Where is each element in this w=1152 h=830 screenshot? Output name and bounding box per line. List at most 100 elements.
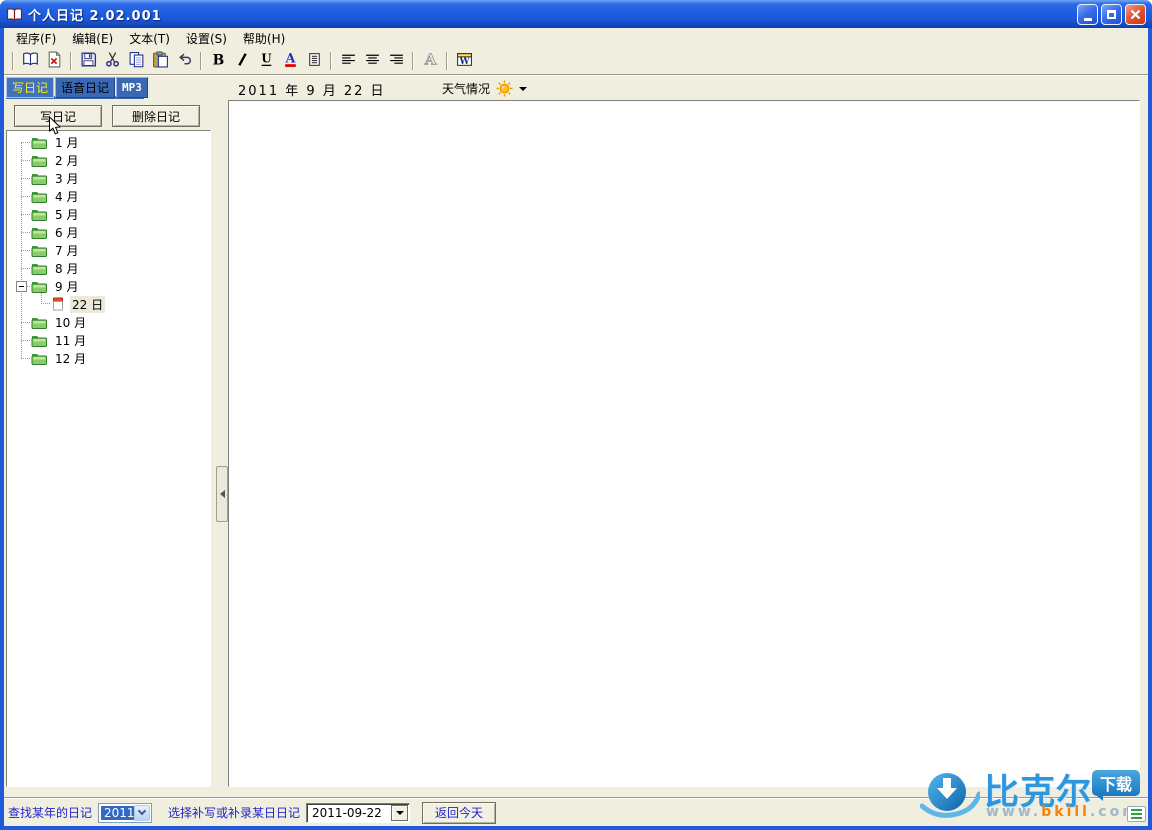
delete-entry-button[interactable] <box>43 50 65 72</box>
client-area: 程序(F)编辑(E)文本(T)设置(S)帮助(H) BUAAW 写日记语音日记M… <box>4 28 1148 826</box>
folder-icon <box>31 261 48 275</box>
open-diary-icon <box>22 51 39 71</box>
export-word-button[interactable]: W <box>453 50 475 72</box>
weather-dropdown-icon[interactable] <box>519 87 527 91</box>
delete-diary-button-label: 删除日记 <box>132 108 180 125</box>
tree-month-label: 4 月 <box>53 188 80 205</box>
date-combobox[interactable]: 2011-09-22 <box>306 803 410 823</box>
return-today-button[interactable]: 返回今天 <box>422 802 496 824</box>
tree-month-m11[interactable]: 11 月 <box>7 331 210 349</box>
toolbar-separator <box>446 52 448 70</box>
underline-button[interactable]: U <box>255 50 277 72</box>
open-diary-button[interactable] <box>19 50 41 72</box>
diary-tree[interactable]: 1 月2 月3 月4 月5 月6 月7 月8 月9 月22 日10 月11 月1… <box>6 130 211 787</box>
year-dropdown-button[interactable] <box>134 805 150 821</box>
align-center-button[interactable] <box>361 50 383 72</box>
folder-icon <box>31 243 48 257</box>
app-window: 个人日记 2.02.001 程序(F)编辑(E)文本(T)设置(S)帮助(H) … <box>0 0 1152 830</box>
align-left-button[interactable] <box>337 50 359 72</box>
tree-month-label: 12 月 <box>53 350 88 367</box>
tree-day-d22[interactable]: 22 日 <box>7 295 210 313</box>
tree-month-label: 10 月 <box>53 314 88 331</box>
align-right-button[interactable] <box>385 50 407 72</box>
svg-text:B: B <box>212 52 224 68</box>
page-lines-icon <box>306 51 323 71</box>
tree-connector <box>21 322 30 323</box>
tree-month-m12[interactable]: 12 月 <box>7 349 210 367</box>
minimize-button[interactable] <box>1077 4 1098 25</box>
diary-editor[interactable] <box>228 100 1140 787</box>
titlebar[interactable]: 个人日记 2.02.001 <box>0 0 1152 28</box>
delete-diary-button[interactable]: 删除日记 <box>112 105 200 127</box>
export-word-icon: W <box>456 51 473 71</box>
collapse-box-icon[interactable] <box>16 281 27 292</box>
toolbar-separator <box>330 52 332 70</box>
weather-label: 天气情况 <box>442 80 490 97</box>
toolbar-separator <box>12 52 14 70</box>
triangle-down-icon <box>396 811 404 815</box>
return-today-button-label: 返回今天 <box>435 804 483 821</box>
sun-icon <box>496 80 513 97</box>
tab-mp3[interactable]: MP3 <box>116 77 148 98</box>
main-region: 写日记 删除日记 1 月2 月3 月4 月5 月6 月7 月8 月9 月22 日… <box>4 100 1148 797</box>
tree-month-m1[interactable]: 1 月 <box>7 133 210 151</box>
underline-icon: U <box>258 51 275 71</box>
date-value: 2011-09-22 <box>312 806 382 820</box>
page-lines-button[interactable] <box>303 50 325 72</box>
tree-month-m4[interactable]: 4 月 <box>7 187 210 205</box>
align-center-icon <box>364 51 381 71</box>
year-combobox[interactable]: 2011 <box>98 803 152 823</box>
year-value: 2011 <box>101 806 138 820</box>
tab-write-diary[interactable]: 写日记 <box>6 77 54 98</box>
menubar: 程序(F)编辑(E)文本(T)设置(S)帮助(H) <box>4 28 1148 48</box>
font-style-button[interactable]: A <box>419 50 441 72</box>
font-style-icon: A <box>422 51 439 71</box>
copy-button[interactable] <box>125 50 147 72</box>
tree-month-m10[interactable]: 10 月 <box>7 313 210 331</box>
close-icon <box>1130 9 1141 20</box>
menu-edit[interactable]: 编辑(E) <box>64 28 121 49</box>
tab-voice-diary[interactable]: 语音日记 <box>55 77 115 98</box>
save-button[interactable] <box>77 50 99 72</box>
font-color-icon: A <box>282 51 299 71</box>
folder-icon <box>31 189 48 203</box>
splitter-collapse-handle[interactable] <box>216 466 228 522</box>
diary-page-icon <box>51 297 65 311</box>
maximize-button[interactable] <box>1101 4 1122 25</box>
cut-button[interactable] <box>101 50 123 72</box>
tree-month-m8[interactable]: 8 月 <box>7 259 210 277</box>
italic-button[interactable] <box>231 50 253 72</box>
tree-month-m5[interactable]: 5 月 <box>7 205 210 223</box>
font-color-button[interactable]: A <box>279 50 301 72</box>
menu-help[interactable]: 帮助(H) <box>235 28 293 49</box>
tree-connector <box>21 196 30 197</box>
menu-program[interactable]: 程序(F) <box>8 28 64 49</box>
tree-month-label: 5 月 <box>53 206 80 223</box>
tree-month-m3[interactable]: 3 月 <box>7 169 210 187</box>
tree-month-label: 8 月 <box>53 260 80 277</box>
menu-settings[interactable]: 设置(S) <box>178 28 235 49</box>
tree-month-label: 1 月 <box>53 134 80 151</box>
folder-icon <box>31 225 48 239</box>
date-dropdown-button[interactable] <box>391 805 408 821</box>
undo-button[interactable] <box>173 50 195 72</box>
tree-connector <box>21 268 30 269</box>
tree-month-m9[interactable]: 9 月 <box>7 277 210 295</box>
close-button[interactable] <box>1125 4 1146 25</box>
tree-month-m2[interactable]: 2 月 <box>7 151 210 169</box>
menu-text[interactable]: 文本(T) <box>121 28 178 49</box>
toolbar-separator <box>412 52 414 70</box>
tree-day-label: 22 日 <box>70 296 105 313</box>
tree-connector <box>21 340 30 341</box>
tree-month-m7[interactable]: 7 月 <box>7 241 210 259</box>
cut-icon <box>104 51 121 71</box>
weather-control[interactable]: 天气情况 <box>442 80 527 97</box>
tree-month-m6[interactable]: 6 月 <box>7 223 210 241</box>
paste-button[interactable] <box>149 50 171 72</box>
svg-text:A: A <box>423 51 436 68</box>
bold-button[interactable]: B <box>207 50 229 72</box>
italic-icon <box>234 51 251 71</box>
folder-icon <box>31 153 48 167</box>
folder-icon <box>31 333 48 347</box>
tree-month-label: 6 月 <box>53 224 80 241</box>
